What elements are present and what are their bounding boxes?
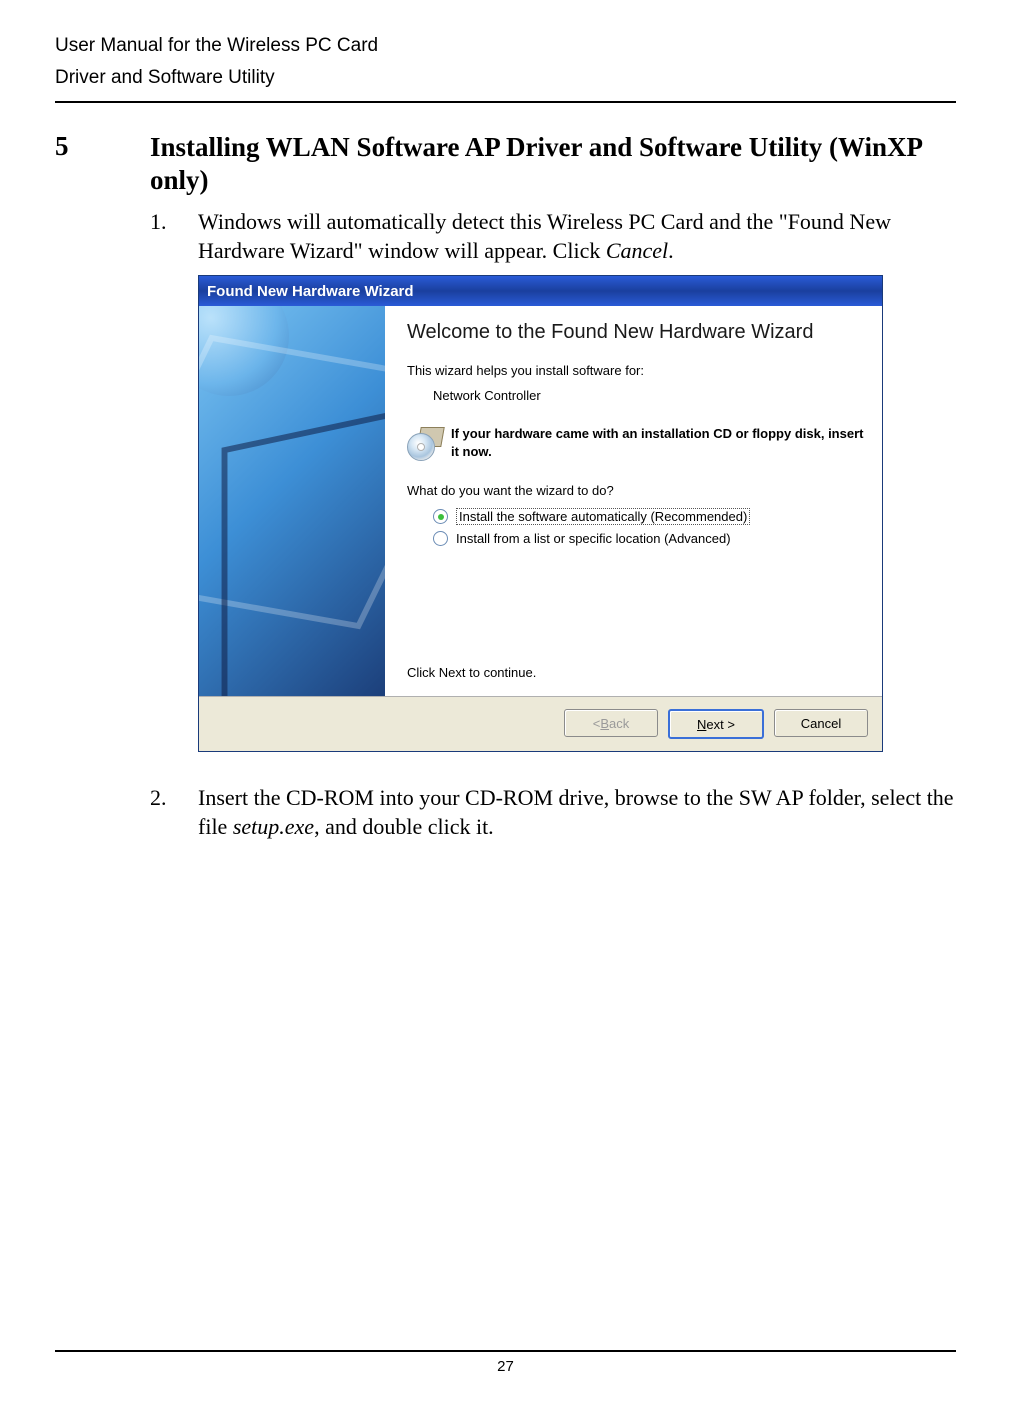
radio-option-auto[interactable]: Install the software automatically (Reco… — [433, 508, 864, 525]
wizard-device-name: Network Controller — [433, 388, 864, 403]
wizard-intro: This wizard helps you install software f… — [407, 363, 864, 378]
section-heading: 5 Installing WLAN Software AP Driver and… — [55, 131, 956, 199]
wizard-titlebar[interactable]: Found New Hardware Wizard — [199, 276, 882, 306]
next-button[interactable]: Next > — [668, 709, 764, 739]
step-2-text: Insert the CD-ROM into your CD-ROM drive… — [198, 784, 956, 841]
page-footer: 27 — [55, 1350, 956, 1375]
cancel-button-label: Cancel — [801, 716, 841, 731]
back-button-post: ack — [609, 716, 629, 731]
step-1-number: 1. — [150, 208, 198, 265]
wizard-click-next: Click Next to continue. — [407, 665, 864, 680]
page-header: User Manual for the Wireless PC Card Dri… — [55, 30, 956, 103]
next-button-accel: N — [697, 717, 706, 732]
wizard-cd-note-row: If your hardware came with an installati… — [407, 425, 864, 461]
back-button-pre: < — [593, 716, 601, 731]
wizard-main: Welcome to the Found New Hardware Wizard… — [385, 306, 882, 696]
radio-unchecked-icon — [433, 531, 448, 546]
cd-icon — [407, 427, 441, 461]
wizard-cd-note: If your hardware came with an installati… — [451, 425, 864, 460]
radio-checked-icon — [433, 509, 448, 524]
step-1-text-a: Windows will automatically detect this W… — [198, 209, 891, 263]
radio-auto-label: Install the software automatically (Reco… — [456, 508, 750, 525]
header-line-2: Driver and Software Utility — [55, 62, 956, 94]
radio-option-advanced[interactable]: Install from a list or specific location… — [433, 531, 864, 546]
header-line-1: User Manual for the Wireless PC Card — [55, 30, 956, 62]
step-2-number: 2. — [150, 784, 198, 841]
wizard-screenshot: Found New Hardware Wizard Welcome to the… — [198, 275, 956, 752]
back-button: < Back — [564, 709, 658, 737]
found-new-hardware-wizard-window: Found New Hardware Wizard Welcome to the… — [198, 275, 883, 752]
step-1-cancel-word: Cancel — [606, 238, 668, 263]
cancel-button[interactable]: Cancel — [774, 709, 868, 737]
radio-advanced-label: Install from a list or specific location… — [456, 531, 731, 546]
wizard-body: Welcome to the Found New Hardware Wizard… — [199, 306, 882, 696]
wizard-heading: Welcome to the Found New Hardware Wizard — [407, 320, 864, 345]
step-2-text-b: , and double click it. — [314, 814, 494, 839]
section-title: Installing WLAN Software AP Driver and S… — [150, 131, 956, 199]
section-number: 5 — [55, 131, 150, 162]
step-1: 1. Windows will automatically detect thi… — [150, 208, 956, 265]
wizard-title-text: Found New Hardware Wizard — [207, 283, 414, 300]
wizard-question: What do you want the wizard to do? — [407, 483, 864, 498]
back-button-accel: B — [600, 716, 609, 731]
next-button-post: ext > — [706, 717, 735, 732]
page-number: 27 — [497, 1358, 514, 1375]
step-1-text: Windows will automatically detect this W… — [198, 208, 956, 265]
step-1-text-b: . — [668, 238, 674, 263]
wizard-side-graphic — [199, 306, 385, 696]
step-2: 2. Insert the CD-ROM into your CD-ROM dr… — [150, 784, 956, 841]
step-2-setup-word: setup.exe — [233, 814, 314, 839]
wizard-footer: < Back Next > Cancel — [199, 696, 882, 751]
